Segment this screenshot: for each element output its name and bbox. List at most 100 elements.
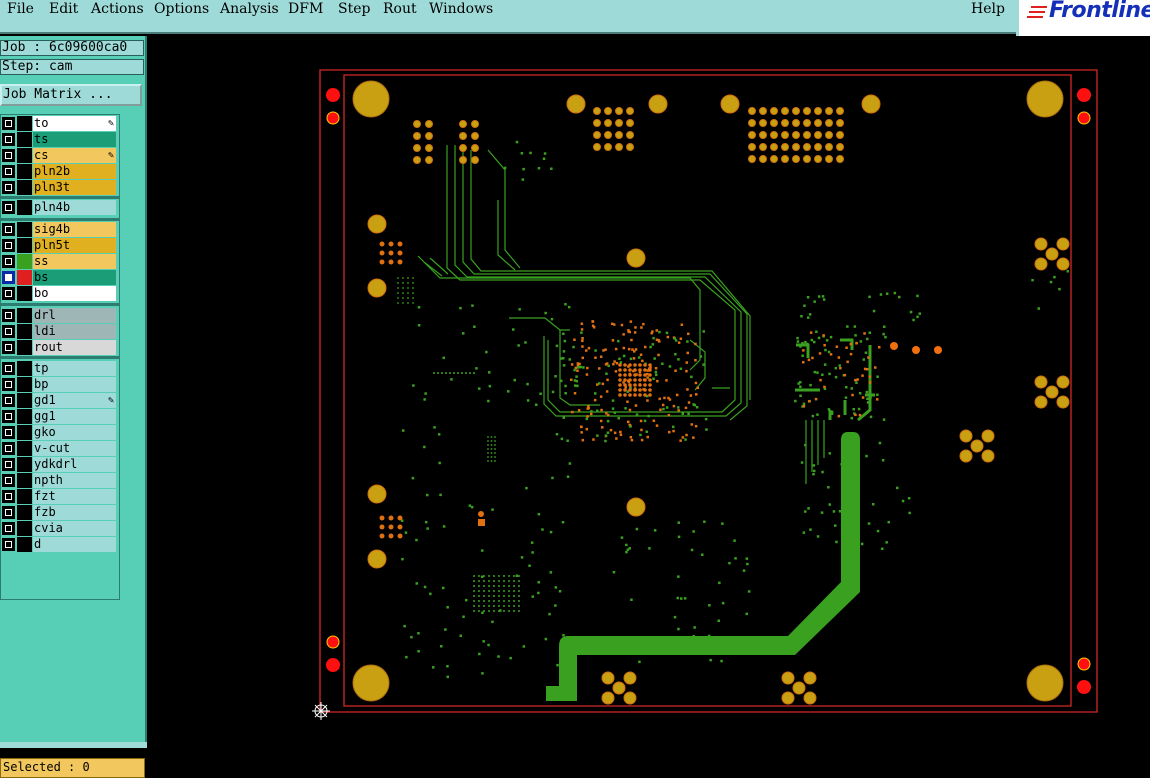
layer-row-tp[interactable]: tp — [1, 361, 117, 376]
layer-checkbox[interactable] — [2, 506, 15, 519]
menu-actions[interactable]: Actions — [91, 0, 144, 18]
layer-color-swatch[interactable] — [17, 505, 32, 520]
layer-checkbox[interactable] — [2, 378, 15, 391]
layer-name[interactable]: gg1 — [33, 409, 116, 424]
layer-checkbox[interactable] — [2, 117, 15, 130]
layer-color-swatch[interactable] — [17, 238, 32, 253]
pcb-canvas[interactable] — [147, 36, 1150, 748]
layer-checkbox[interactable] — [2, 223, 15, 236]
layer-name[interactable]: npth — [33, 473, 116, 488]
layer-name[interactable]: bs — [33, 270, 116, 285]
layer-color-swatch[interactable] — [17, 254, 32, 269]
layer-row-pln4b[interactable]: pln4b — [1, 200, 117, 215]
layer-row-bp[interactable]: bp — [1, 377, 117, 392]
layer-name[interactable]: v-cut — [33, 441, 116, 456]
layer-checkbox[interactable] — [2, 181, 15, 194]
layer-color-swatch[interactable] — [17, 200, 32, 215]
layer-color-swatch[interactable] — [17, 473, 32, 488]
layer-color-swatch[interactable] — [17, 425, 32, 440]
layer-name[interactable]: pln5t — [33, 238, 116, 253]
layer-name[interactable]: rout — [33, 340, 116, 355]
layer-checkbox[interactable] — [2, 522, 15, 535]
layer-checkbox[interactable] — [2, 287, 15, 300]
layer-checkbox[interactable] — [2, 458, 15, 471]
layer-color-swatch[interactable] — [17, 521, 32, 536]
menu-rout[interactable]: Rout — [383, 0, 417, 18]
layer-checkbox[interactable] — [2, 201, 15, 214]
layer-row-gd1[interactable]: gd1 ✎ — [1, 393, 117, 408]
layer-checkbox[interactable] — [2, 538, 15, 551]
layer-name[interactable]: bp — [33, 377, 116, 392]
layer-color-swatch[interactable] — [17, 180, 32, 195]
layer-checkbox[interactable] — [2, 394, 15, 407]
layer-name[interactable]: ss — [33, 254, 116, 269]
layer-color-swatch[interactable] — [17, 308, 32, 323]
layer-row-fzb[interactable]: fzb — [1, 505, 117, 520]
layer-checkbox[interactable] — [2, 165, 15, 178]
layer-name[interactable]: pln4b — [33, 200, 116, 215]
layer-row-npth[interactable]: npth — [1, 473, 117, 488]
layer-name[interactable]: drl — [33, 308, 116, 323]
layer-checkbox[interactable] — [2, 442, 15, 455]
layer-row-to[interactable]: to ✎ — [1, 116, 117, 131]
layer-row-v-cut[interactable]: v-cut — [1, 441, 117, 456]
layer-name[interactable]: ldi — [33, 324, 116, 339]
layer-color-swatch[interactable] — [17, 441, 32, 456]
layer-color-swatch[interactable] — [17, 164, 32, 179]
layer-checkbox[interactable] — [2, 410, 15, 423]
layer-name[interactable]: pln2b — [33, 164, 116, 179]
layer-row-drl[interactable]: drl — [1, 308, 117, 323]
layer-color-swatch[interactable] — [17, 132, 32, 147]
layer-color-swatch[interactable] — [17, 340, 32, 355]
layer-color-swatch[interactable] — [17, 116, 32, 131]
layer-row-sig4b[interactable]: sig4b — [1, 222, 117, 237]
layer-row-ss[interactable]: ss — [1, 254, 117, 269]
layer-color-swatch[interactable] — [17, 377, 32, 392]
layer-row-gko[interactable]: gko — [1, 425, 117, 440]
layer-name[interactable]: d — [33, 537, 116, 552]
layer-row-ldi[interactable]: ldi — [1, 324, 117, 339]
layer-name[interactable]: ydkdrl — [33, 457, 116, 472]
layer-row-rout[interactable]: rout — [1, 340, 117, 355]
menu-windows[interactable]: Windows — [429, 0, 493, 18]
layer-row-pln2b[interactable]: pln2b — [1, 164, 117, 179]
layer-name[interactable]: cvia — [33, 521, 116, 536]
layer-color-swatch[interactable] — [17, 270, 32, 285]
layer-name[interactable]: tp — [33, 361, 116, 376]
layer-checkbox[interactable] — [2, 490, 15, 503]
layer-checkbox[interactable] — [2, 149, 15, 162]
layer-color-swatch[interactable] — [17, 537, 32, 552]
layer-row-gg1[interactable]: gg1 — [1, 409, 117, 424]
layer-name[interactable]: gd1 ✎ — [33, 393, 116, 408]
layer-checkbox[interactable] — [2, 426, 15, 439]
layer-name[interactable]: pln3t — [33, 180, 116, 195]
layer-color-swatch[interactable] — [17, 286, 32, 301]
layer-row-pln5t[interactable]: pln5t — [1, 238, 117, 253]
job-matrix-button[interactable]: Job Matrix ... — [0, 84, 142, 106]
layer-checkbox[interactable] — [2, 309, 15, 322]
layer-checkbox[interactable] — [2, 271, 15, 284]
menu-dfm[interactable]: DFM — [288, 0, 323, 18]
layer-color-swatch[interactable] — [17, 361, 32, 376]
layer-color-swatch[interactable] — [17, 409, 32, 424]
layer-checkbox[interactable] — [2, 362, 15, 375]
menu-help[interactable]: Help — [971, 0, 1005, 18]
layer-color-swatch[interactable] — [17, 222, 32, 237]
layer-name[interactable]: ts — [33, 132, 116, 147]
layer-name[interactable]: gko — [33, 425, 116, 440]
layer-color-swatch[interactable] — [17, 324, 32, 339]
layer-checkbox[interactable] — [2, 133, 15, 146]
menu-options[interactable]: Options — [154, 0, 209, 18]
layer-row-bs[interactable]: bs — [1, 270, 117, 285]
layer-color-swatch[interactable] — [17, 457, 32, 472]
layer-row-ts[interactable]: ts — [1, 132, 117, 147]
layer-name[interactable]: cs ✎ — [33, 148, 116, 163]
layer-checkbox[interactable] — [2, 255, 15, 268]
layer-checkbox[interactable] — [2, 239, 15, 252]
layer-name[interactable]: to ✎ — [33, 116, 116, 131]
layer-name[interactable]: sig4b — [33, 222, 116, 237]
menu-analysis[interactable]: Analysis — [220, 0, 279, 18]
layer-color-swatch[interactable] — [17, 393, 32, 408]
layer-checkbox[interactable] — [2, 341, 15, 354]
layer-name[interactable]: fzb — [33, 505, 116, 520]
